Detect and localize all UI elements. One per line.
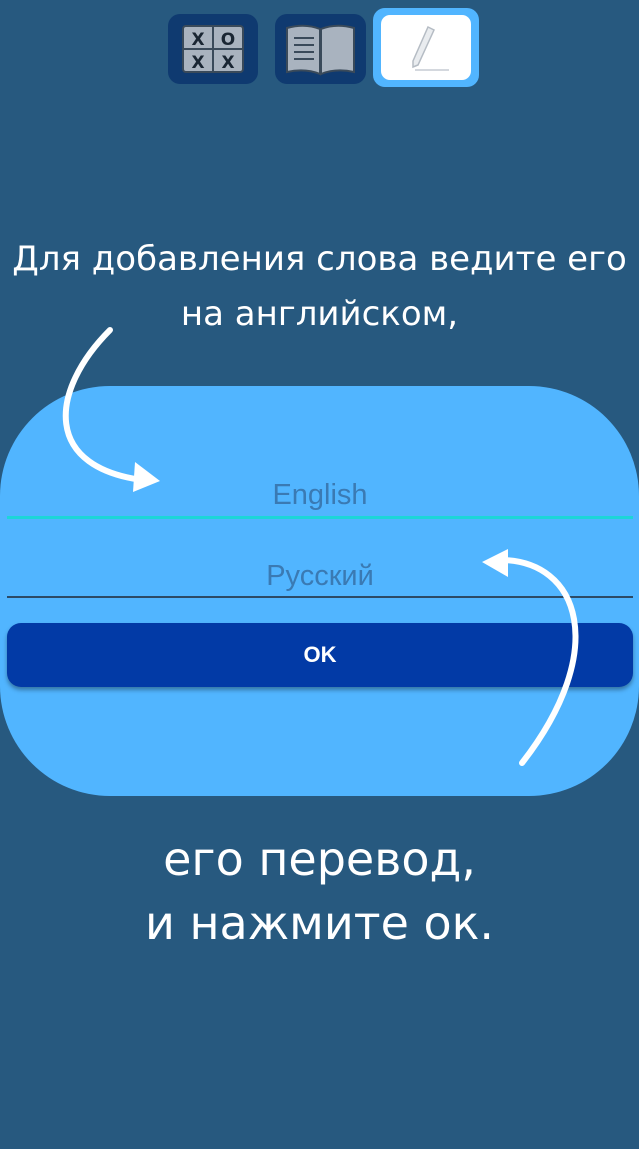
instruction-bottom: его перевод, и нажмите ок. <box>0 827 639 955</box>
ok-button[interactable]: OK <box>7 623 633 687</box>
cell-2: X <box>191 53 204 73</box>
instruction-bottom-line1: его перевод, <box>163 832 476 886</box>
tic-tac-toe-icon: X O X X <box>182 25 244 73</box>
english-input[interactable] <box>7 475 633 519</box>
russian-input[interactable] <box>7 556 633 598</box>
add-word-card: OK <box>0 386 639 796</box>
tab-add-word-inner <box>381 15 471 80</box>
instruction-top: Для добавления слова ведите его на англи… <box>0 232 639 342</box>
instruction-top-line1: Для добавления слова ведите его <box>12 239 627 279</box>
tab-dictionary[interactable] <box>275 14 366 84</box>
pencil-icon <box>412 25 449 71</box>
cell-0: X <box>191 30 204 50</box>
cell-3: X <box>221 53 234 73</box>
tab-add-word[interactable] <box>373 8 479 87</box>
tab-bar: X O X X <box>0 8 639 88</box>
instruction-bottom-line2: и нажмите ок. <box>144 896 495 950</box>
cell-1: O <box>221 30 235 50</box>
instruction-top-line2: на английском, <box>180 294 459 334</box>
book-icon <box>286 24 355 76</box>
tab-tic-tac-toe[interactable]: X O X X <box>168 14 258 84</box>
